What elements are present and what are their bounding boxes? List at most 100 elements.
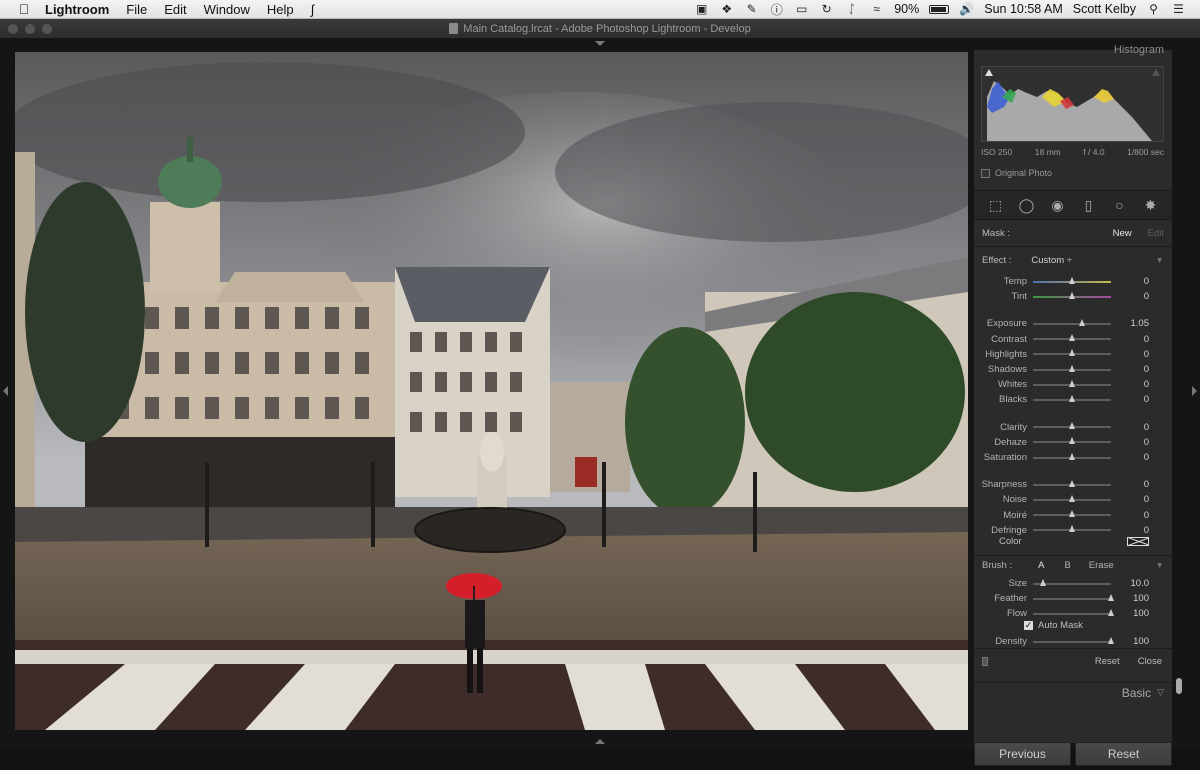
effect-noise-slider-value[interactable]: 0 bbox=[1111, 494, 1161, 505]
radial-filter-icon[interactable]: ○ bbox=[1110, 195, 1130, 215]
brush-feather-slider-track[interactable] bbox=[1033, 593, 1114, 601]
menu-app-lightroom[interactable]: Lightroom bbox=[45, 2, 109, 17]
menu-help[interactable]: Help bbox=[267, 2, 294, 17]
effect-defringe-slider-thumb[interactable] bbox=[1068, 525, 1075, 533]
original-photo-checkbox[interactable] bbox=[981, 168, 990, 178]
spotlight-search-icon[interactable]: ⚲ bbox=[1146, 2, 1161, 16]
effect-sharpness-slider-track[interactable] bbox=[1033, 479, 1111, 487]
clock[interactable]: Sun 10:58 AM bbox=[984, 2, 1063, 16]
brush-size-slider-track[interactable] bbox=[1033, 578, 1111, 586]
effect-whites-slider-track[interactable] bbox=[1033, 379, 1111, 387]
airplay-icon[interactable]: ▭ bbox=[794, 2, 809, 16]
density-slider-thumb[interactable] bbox=[1107, 636, 1114, 644]
reset-button[interactable]: Reset bbox=[1075, 742, 1172, 766]
highlight-clipping-icon[interactable] bbox=[1152, 69, 1160, 76]
effect-clarity-slider-track[interactable] bbox=[1033, 422, 1111, 430]
battery-icon[interactable] bbox=[929, 4, 950, 14]
menu-extra-icon[interactable]: ∫ bbox=[311, 2, 315, 17]
effect-contrast-slider-value[interactable]: 0 bbox=[1111, 334, 1161, 345]
effect-contrast-slider-thumb[interactable] bbox=[1068, 334, 1075, 342]
brush-feather-slider-value[interactable]: 100 bbox=[1111, 593, 1161, 604]
effect-preset-dropdown[interactable]: Custom ÷ bbox=[1031, 255, 1072, 266]
brush-flow-slider-value[interactable]: 100 bbox=[1111, 608, 1161, 619]
original-photo-toggle[interactable]: Original Photo bbox=[981, 168, 1052, 178]
mask-edit-button[interactable]: Edit bbox=[1148, 228, 1164, 239]
previous-button[interactable]: Previous bbox=[974, 742, 1071, 766]
histogram[interactable] bbox=[981, 66, 1164, 142]
effect-tint-slider-track[interactable] bbox=[1033, 291, 1111, 299]
spot-removal-icon[interactable]: ◯ bbox=[1017, 195, 1037, 215]
apple-icon[interactable]:  bbox=[16, 1, 32, 17]
close-window-button[interactable] bbox=[8, 24, 18, 34]
bottom-panel-toggle-icon[interactable] bbox=[595, 739, 605, 744]
effect-moir-slider-track[interactable] bbox=[1033, 510, 1111, 518]
brush-b-button[interactable]: B bbox=[1064, 560, 1070, 571]
effect-highlights-slider-thumb[interactable] bbox=[1068, 349, 1075, 357]
effect-blacks-slider-thumb[interactable] bbox=[1068, 394, 1075, 402]
left-panel-toggle-icon[interactable] bbox=[3, 386, 8, 396]
mask-new-button[interactable]: New bbox=[1113, 228, 1132, 239]
effect-saturation-slider-track[interactable] bbox=[1033, 452, 1111, 460]
effect-sharpness-slider-value[interactable]: 0 bbox=[1111, 479, 1161, 490]
color-swatch[interactable] bbox=[1127, 537, 1149, 546]
dropbox-icon[interactable]: ❖ bbox=[719, 2, 734, 16]
shadow-clipping-icon[interactable] bbox=[985, 69, 993, 76]
effect-shadows-slider-track[interactable] bbox=[1033, 364, 1111, 372]
effect-moir-slider-thumb[interactable] bbox=[1068, 510, 1075, 518]
panel-close-button[interactable]: Close bbox=[1138, 656, 1162, 667]
brush-feather-slider-thumb[interactable] bbox=[1107, 593, 1114, 601]
histogram-header[interactable]: Histogram bbox=[1114, 44, 1164, 56]
effect-clarity-slider-thumb[interactable] bbox=[1068, 422, 1075, 430]
effect-defringe-slider-track[interactable] bbox=[1033, 525, 1111, 533]
menu-window[interactable]: Window bbox=[204, 2, 250, 17]
pin-toggle-icon[interactable] bbox=[982, 657, 988, 666]
effect-noise-slider-track[interactable] bbox=[1033, 494, 1111, 502]
basic-section-header[interactable]: Basic ▽ bbox=[974, 682, 1172, 702]
effect-noise-slider-thumb[interactable] bbox=[1068, 494, 1075, 502]
video-icon[interactable]: ▣ bbox=[694, 2, 709, 16]
effect-blacks-slider-track[interactable] bbox=[1033, 394, 1111, 402]
density-slider-value[interactable]: 100 bbox=[1111, 636, 1161, 647]
panel-scrollbar[interactable] bbox=[1176, 678, 1182, 694]
effect-temp-slider-value[interactable]: 0 bbox=[1111, 276, 1161, 287]
density-slider-track[interactable] bbox=[1033, 636, 1114, 644]
volume-icon[interactable]: 🔊 bbox=[959, 2, 974, 16]
effect-shadows-slider-thumb[interactable] bbox=[1068, 364, 1075, 372]
effect-contrast-slider-track[interactable] bbox=[1033, 334, 1111, 342]
minimize-window-button[interactable] bbox=[25, 24, 35, 34]
effect-temp-slider-thumb[interactable] bbox=[1068, 276, 1075, 284]
adjustment-brush-icon[interactable]: ✸ bbox=[1141, 195, 1161, 215]
brush-collapse-icon[interactable]: ▾ bbox=[1157, 560, 1162, 571]
zoom-window-button[interactable] bbox=[42, 24, 52, 34]
brush-flow-slider-thumb[interactable] bbox=[1107, 608, 1114, 616]
effect-whites-slider-value[interactable]: 0 bbox=[1111, 379, 1161, 390]
wifi-icon[interactable]: ≈ bbox=[869, 2, 884, 16]
effect-saturation-slider-thumb[interactable] bbox=[1068, 452, 1075, 460]
effect-sharpness-slider-thumb[interactable] bbox=[1068, 479, 1075, 487]
effect-dehaze-slider-thumb[interactable] bbox=[1068, 437, 1075, 445]
effect-defringe-slider-value[interactable]: 0 bbox=[1111, 525, 1161, 536]
effect-temp-slider-track[interactable] bbox=[1033, 276, 1111, 284]
menu-file[interactable]: File bbox=[126, 2, 147, 17]
effect-moir-slider-value[interactable]: 0 bbox=[1111, 510, 1161, 521]
effect-exposure-slider-thumb[interactable] bbox=[1078, 318, 1085, 326]
photo-preview[interactable] bbox=[15, 52, 968, 730]
menu-edit[interactable]: Edit bbox=[164, 2, 186, 17]
effect-blacks-slider-value[interactable]: 0 bbox=[1111, 394, 1161, 405]
effect-clarity-slider-value[interactable]: 0 bbox=[1111, 422, 1161, 433]
notification-list-icon[interactable]: ☰ bbox=[1171, 2, 1186, 16]
user-name[interactable]: Scott Kelby bbox=[1073, 2, 1136, 16]
effect-tint-slider-value[interactable]: 0 bbox=[1111, 291, 1161, 302]
effect-highlights-slider-track[interactable] bbox=[1033, 349, 1111, 357]
graduated-filter-icon[interactable]: ▯ bbox=[1079, 195, 1099, 215]
crop-tool-icon[interactable]: ⬚ bbox=[986, 195, 1006, 215]
effect-highlights-slider-value[interactable]: 0 bbox=[1111, 349, 1161, 360]
bluetooth-icon[interactable]: ᛇ bbox=[844, 2, 859, 16]
red-eye-icon[interactable]: ◉ bbox=[1048, 195, 1068, 215]
brush-erase-button[interactable]: Erase bbox=[1089, 560, 1114, 571]
effect-dehaze-slider-value[interactable]: 0 bbox=[1111, 437, 1161, 448]
brush-size-slider-thumb[interactable] bbox=[1039, 578, 1046, 586]
brush-a-button[interactable]: A bbox=[1038, 560, 1044, 571]
brush-size-slider-value[interactable]: 10.0 bbox=[1111, 578, 1161, 589]
effect-shadows-slider-value[interactable]: 0 bbox=[1111, 364, 1161, 375]
